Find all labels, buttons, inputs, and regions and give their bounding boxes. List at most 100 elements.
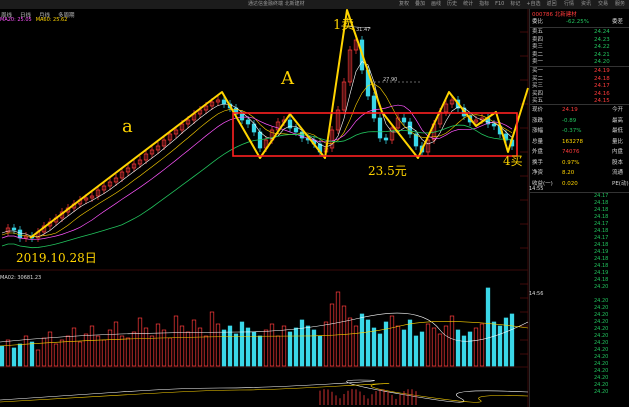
annotation-a: a <box>122 116 133 137</box>
tick-row: 24.18 <box>594 256 609 262</box>
volume-bar <box>221 329 227 367</box>
toolbar-fuquan[interactable]: 复权 <box>399 0 409 9</box>
tick-row: 24.20 <box>594 298 609 304</box>
tick-row: 24.20 <box>594 305 609 311</box>
tick-row: 24.18 <box>594 214 609 220</box>
volume-bar <box>485 287 491 367</box>
candle-body <box>221 99 227 105</box>
tick-row: 24.20 <box>594 340 609 346</box>
volume-bar <box>467 331 473 367</box>
ma60-value: MA60: 25.62 <box>35 17 68 23</box>
tick-row: 24.19 <box>594 270 609 276</box>
toolbar-diejia[interactable]: 叠加 <box>415 0 425 9</box>
candle-body <box>377 117 383 139</box>
macd-line <box>0 379 529 403</box>
volume-bar <box>497 325 503 367</box>
volume-bar <box>215 323 221 367</box>
toolbar-f10[interactable]: F10 <box>495 0 504 9</box>
volume-bar <box>353 325 359 367</box>
stock-code-name[interactable]: 000786 北新建材 <box>532 10 577 18</box>
volume-bar <box>365 319 371 367</box>
volume-bar <box>65 335 71 367</box>
quote-header: 000786 北新建材 <box>530 9 629 18</box>
asks-row[interactable]: 卖一 24.20 <box>532 59 628 66</box>
tick-row: 24.20 <box>594 326 609 332</box>
toolbar-lishi[interactable]: 历史 <box>447 0 457 9</box>
volume-bar <box>245 327 251 367</box>
tick-row: 24.20 <box>594 361 609 367</box>
tick-row: 24.20 <box>594 382 609 388</box>
tick-row: 24.17 <box>594 221 609 227</box>
volume-bar <box>35 349 41 367</box>
volume-bar <box>161 329 167 367</box>
candle-body <box>293 127 299 133</box>
volume-bar <box>299 319 305 367</box>
stat-row: 涨幅 -0.37% 最低 <box>532 128 624 134</box>
toolbar-tongji[interactable]: 统计 <box>463 0 473 9</box>
volume-bar <box>239 321 245 367</box>
sys-fuwu[interactable]: 服务 <box>615 0 625 9</box>
volume-bar <box>263 329 269 367</box>
volume-bar <box>257 335 263 367</box>
candle-body <box>371 95 377 119</box>
volume-bar <box>5 339 11 367</box>
stat-row: 净资 8.20 流通 <box>532 170 624 176</box>
toolbar-zhibiao[interactable]: 指标 <box>479 0 489 9</box>
toolbar-fanhui[interactable]: 返回 <box>547 0 557 9</box>
tick-row: 24.20 <box>594 347 609 353</box>
toolbar-zixuan[interactable]: +自选 <box>526 0 540 9</box>
volume-bar <box>101 339 107 367</box>
tick-row: 24.20 <box>594 319 609 325</box>
volume-bar <box>287 331 293 367</box>
volume-bar <box>443 325 449 367</box>
volume-bar <box>431 327 437 367</box>
volume-bar <box>41 337 47 367</box>
ma-line <box>1 83 513 237</box>
volume-bar <box>203 335 209 367</box>
volume-bar <box>107 329 113 367</box>
tick-row: 24.19 <box>594 249 609 255</box>
volume-bar <box>113 321 119 367</box>
volume-bar <box>281 325 287 367</box>
bids-row[interactable]: 买四 24.16 <box>532 91 628 98</box>
asks-row[interactable]: 卖三 24.22 <box>532 44 628 51</box>
volume-bar <box>425 323 431 367</box>
sys-hangqing[interactable]: 行情 <box>564 0 574 9</box>
volume-bar <box>347 317 353 367</box>
volume-bar <box>143 327 149 367</box>
candle-body <box>17 229 23 239</box>
candle-body <box>491 123 497 127</box>
volume-bar <box>455 329 461 367</box>
tick-row: 24.18 <box>594 207 609 213</box>
asks-row[interactable]: 卖二 24.21 <box>532 52 628 59</box>
toolbar-huaxian[interactable]: 画线 <box>431 0 441 9</box>
stat-row: 涨跌 -0.89 最高 <box>532 117 624 124</box>
volume-bar <box>251 331 257 367</box>
volume-bar <box>461 335 467 367</box>
volume-bar <box>311 329 317 367</box>
stat-row: 外盘 74076 内盘 <box>532 149 624 155</box>
volume-bar <box>17 343 23 367</box>
volume-bar <box>23 335 29 367</box>
asks-row[interactable]: 卖四 24.23 <box>532 37 628 44</box>
volume-bar <box>149 335 155 367</box>
volume-legend: MA02: 30681.23 <box>0 275 42 281</box>
bids-row[interactable]: 买三 24.17 <box>532 83 628 90</box>
sys-zixun[interactable]: 资讯 <box>581 0 591 9</box>
annotation-A: A <box>281 68 294 89</box>
bids-row[interactable]: 买一 24.19 <box>532 68 628 75</box>
volume-bar <box>125 337 131 367</box>
sys-jiaoyi[interactable]: 交易 <box>598 0 608 9</box>
title-bar: 通达信金融终端 北新建材 复权 叠加 画线 历史 统计 指标 F10 标记 +自… <box>0 0 629 9</box>
candle-body <box>383 137 389 141</box>
commission-value: -62.25% <box>566 19 589 25</box>
toolbar-biaoji[interactable]: 标记 <box>510 0 520 9</box>
volume-bar <box>371 327 377 367</box>
volume-bar <box>269 323 275 367</box>
volume-bar <box>491 321 497 367</box>
volume-bar <box>167 337 173 367</box>
bids-row[interactable]: 买二 24.18 <box>532 76 628 83</box>
tick-row: 24.18 <box>594 228 609 234</box>
asks-row[interactable]: 卖五 24.24 <box>532 29 628 36</box>
volume-bar <box>389 315 395 367</box>
